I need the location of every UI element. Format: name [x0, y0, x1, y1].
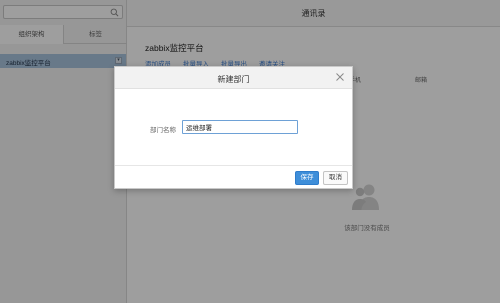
- close-icon[interactable]: [335, 72, 345, 82]
- dialog-header: 新建部门: [115, 67, 352, 89]
- app-window: 组织架构 标签 zabbix监控平台 ▾ 通讯录 zabbix监控平台 添加成员…: [0, 0, 500, 303]
- department-name-input[interactable]: [182, 120, 298, 134]
- cancel-button[interactable]: 取消: [323, 171, 348, 185]
- dialog-title: 新建部门: [217, 75, 250, 84]
- new-department-dialog: 新建部门 部门名称 保存 取消: [114, 66, 353, 189]
- department-name-label: 部门名称: [150, 127, 176, 134]
- dialog-footer: 保存 取消: [115, 165, 352, 189]
- save-button[interactable]: 保存: [295, 171, 319, 185]
